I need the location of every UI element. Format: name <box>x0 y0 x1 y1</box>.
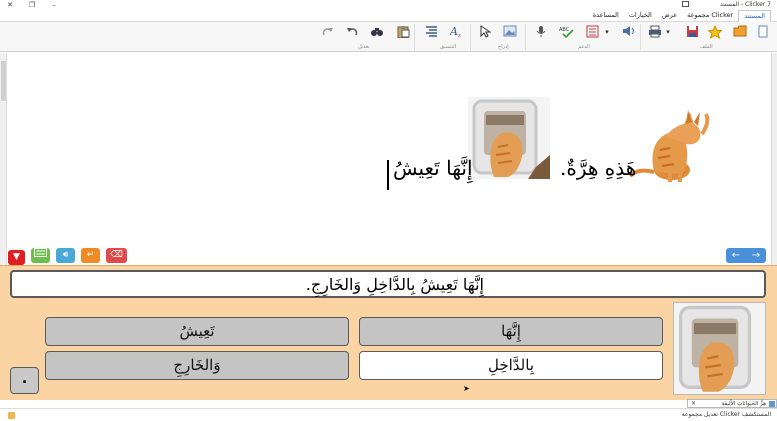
sentence-bar[interactable]: إِنَّهَا تَعِيشُ بِالدَّاخِلِ وَالخَارِج… <box>10 270 766 298</box>
collapse-icon[interactable]: ▼ <box>8 250 25 265</box>
minimize-window-button[interactable]: – <box>48 0 60 10</box>
clicker-window: ✕ ❐ – Clicker 7 - المستند المستند مجموعة… <box>0 0 777 421</box>
next-arrow-icon[interactable]: → <box>752 248 760 263</box>
restore-window-button[interactable]: ❐ <box>26 0 38 10</box>
group-divider <box>525 24 526 50</box>
mouse-pointer-icon: ➤ <box>463 384 470 393</box>
align-right-icon[interactable] <box>424 25 438 39</box>
group-label-support: الدعم <box>578 44 590 50</box>
open-folder-icon[interactable] <box>733 25 747 39</box>
word-cell-innaha[interactable]: إِنَّهَا <box>359 317 663 346</box>
menu-view[interactable]: عرض <box>657 10 682 22</box>
close-window-button[interactable]: ✕ <box>4 0 16 10</box>
window-controls: ✕ ❐ – <box>4 0 60 10</box>
word-list-icon[interactable] <box>585 25 599 39</box>
cat-picture <box>624 104 714 184</box>
doc-sentence-2[interactable]: إِنَّهَا تَعِيشُ <box>393 156 473 180</box>
group-label-format: التنسيق <box>440 44 457 50</box>
menu-document[interactable]: المستند <box>738 10 771 22</box>
edit-pencil-icon[interactable] <box>8 412 15 419</box>
menu-options[interactable]: الخيارات <box>624 10 657 22</box>
group-divider <box>470 24 471 50</box>
group-label-file: الملف <box>700 44 713 50</box>
microphone-icon[interactable] <box>534 25 548 39</box>
paste-icon[interactable] <box>396 25 410 39</box>
close-tab-icon[interactable]: × <box>691 400 696 408</box>
svg-text:A: A <box>450 25 458 38</box>
print-dropdown-icon[interactable]: ▾ <box>664 25 672 39</box>
find-binoculars-icon[interactable] <box>370 25 384 39</box>
insert-pointer-icon[interactable] <box>478 25 492 39</box>
speaker-icon[interactable] <box>622 25 636 39</box>
word-cell-biddakhil[interactable]: بِالدَّاخِلِ <box>359 351 663 380</box>
scrollbar-thumb[interactable] <box>1 61 6 101</box>
cat-flap-picture <box>468 97 550 179</box>
font-format-icon[interactable]: Az <box>449 25 464 39</box>
word-cell-taeeshu[interactable]: تَعِيشُ <box>45 317 349 346</box>
insert-picture-icon[interactable] <box>503 25 517 39</box>
undo-icon[interactable] <box>345 25 359 39</box>
keyboard-icon[interactable] <box>31 248 50 263</box>
set-tab-icon <box>769 401 775 407</box>
new-document-icon[interactable] <box>756 25 770 39</box>
speak-icon[interactable]: 🔊︎ <box>56 248 75 263</box>
ribbon: ▾ الملف ▾ ABC الدعم إدراج Az التنسيق تعد… <box>0 22 777 52</box>
set-tab-label: هِرٌّ الحَيَوانَاتِ الأَلِيفَةِ <box>721 401 766 407</box>
sentence-bar-text: إِنَّهَا تَعِيشُ بِالدَّاخِلِ وَالخَارِج… <box>305 275 484 294</box>
support-dropdown-icon[interactable]: ▾ <box>603 25 611 39</box>
page-navigation: ← → <box>726 248 766 263</box>
word-cell-walkharij[interactable]: وَالخَارِجِ <box>45 351 349 380</box>
set-tab[interactable]: × هِرٌّ الحَيَوانَاتِ الأَلِيفَةِ <box>687 399 777 408</box>
group-divider <box>640 24 641 50</box>
save-icon[interactable] <box>685 25 699 39</box>
menu-bar: المستند مجموعة Clicker عرض الخيارات المس… <box>0 10 777 22</box>
favorite-star-icon[interactable] <box>707 24 723 40</box>
spellcheck-icon[interactable]: ABC <box>559 25 574 39</box>
menu-help[interactable]: المساعدة <box>588 10 624 22</box>
title-bar: ✕ ❐ – Clicker 7 - المستند <box>0 0 777 10</box>
period-button[interactable]: . <box>10 367 39 394</box>
right-scrollbar[interactable] <box>771 53 777 265</box>
enter-icon[interactable]: ↵ <box>81 248 100 263</box>
text-cursor <box>387 160 389 190</box>
svg-text:z: z <box>458 33 461 38</box>
left-scrollbar[interactable] <box>0 53 7 265</box>
status-bar: المستكشف Clicker تعديل مجموعة <box>0 408 777 421</box>
doc-sentence-1[interactable]: هَذِهِ هِرَّةٌ. <box>560 156 636 180</box>
window-icon <box>682 1 689 7</box>
group-label-edit: تعديل <box>358 44 370 50</box>
set-thumbnail[interactable] <box>673 302 766 395</box>
window-title: Clicker 7 - المستند <box>719 1 771 8</box>
redo-icon[interactable] <box>320 25 334 39</box>
svg-text:ABC: ABC <box>559 27 570 33</box>
print-icon[interactable] <box>648 25 662 39</box>
delete-word-icon[interactable]: ⌫ <box>106 248 127 263</box>
group-label-insert: إدراج <box>498 44 509 50</box>
previous-arrow-icon[interactable]: ← <box>732 248 740 263</box>
group-divider <box>414 24 415 50</box>
menu-clicker-set[interactable]: مجموعة Clicker <box>682 10 738 22</box>
menu-tabs: المستند مجموعة Clicker عرض الخيارات المس… <box>588 10 771 22</box>
status-text: المستكشف Clicker تعديل مجموعة <box>681 411 771 418</box>
